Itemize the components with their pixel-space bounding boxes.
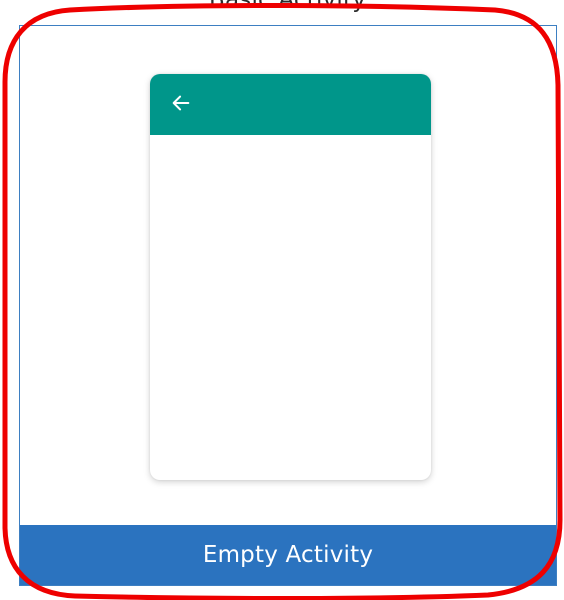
template-gallery: Basic Activity Empty Activity: [0, 0, 564, 600]
template-caption: Empty Activity: [20, 525, 556, 585]
phone-preview: [150, 74, 431, 480]
arrow-back-icon: [172, 95, 190, 111]
basic-activity-label: Basic Activity: [208, 0, 367, 13]
preview-app-bar: [150, 74, 431, 135]
empty-activity-template-card[interactable]: Empty Activity: [19, 25, 557, 586]
